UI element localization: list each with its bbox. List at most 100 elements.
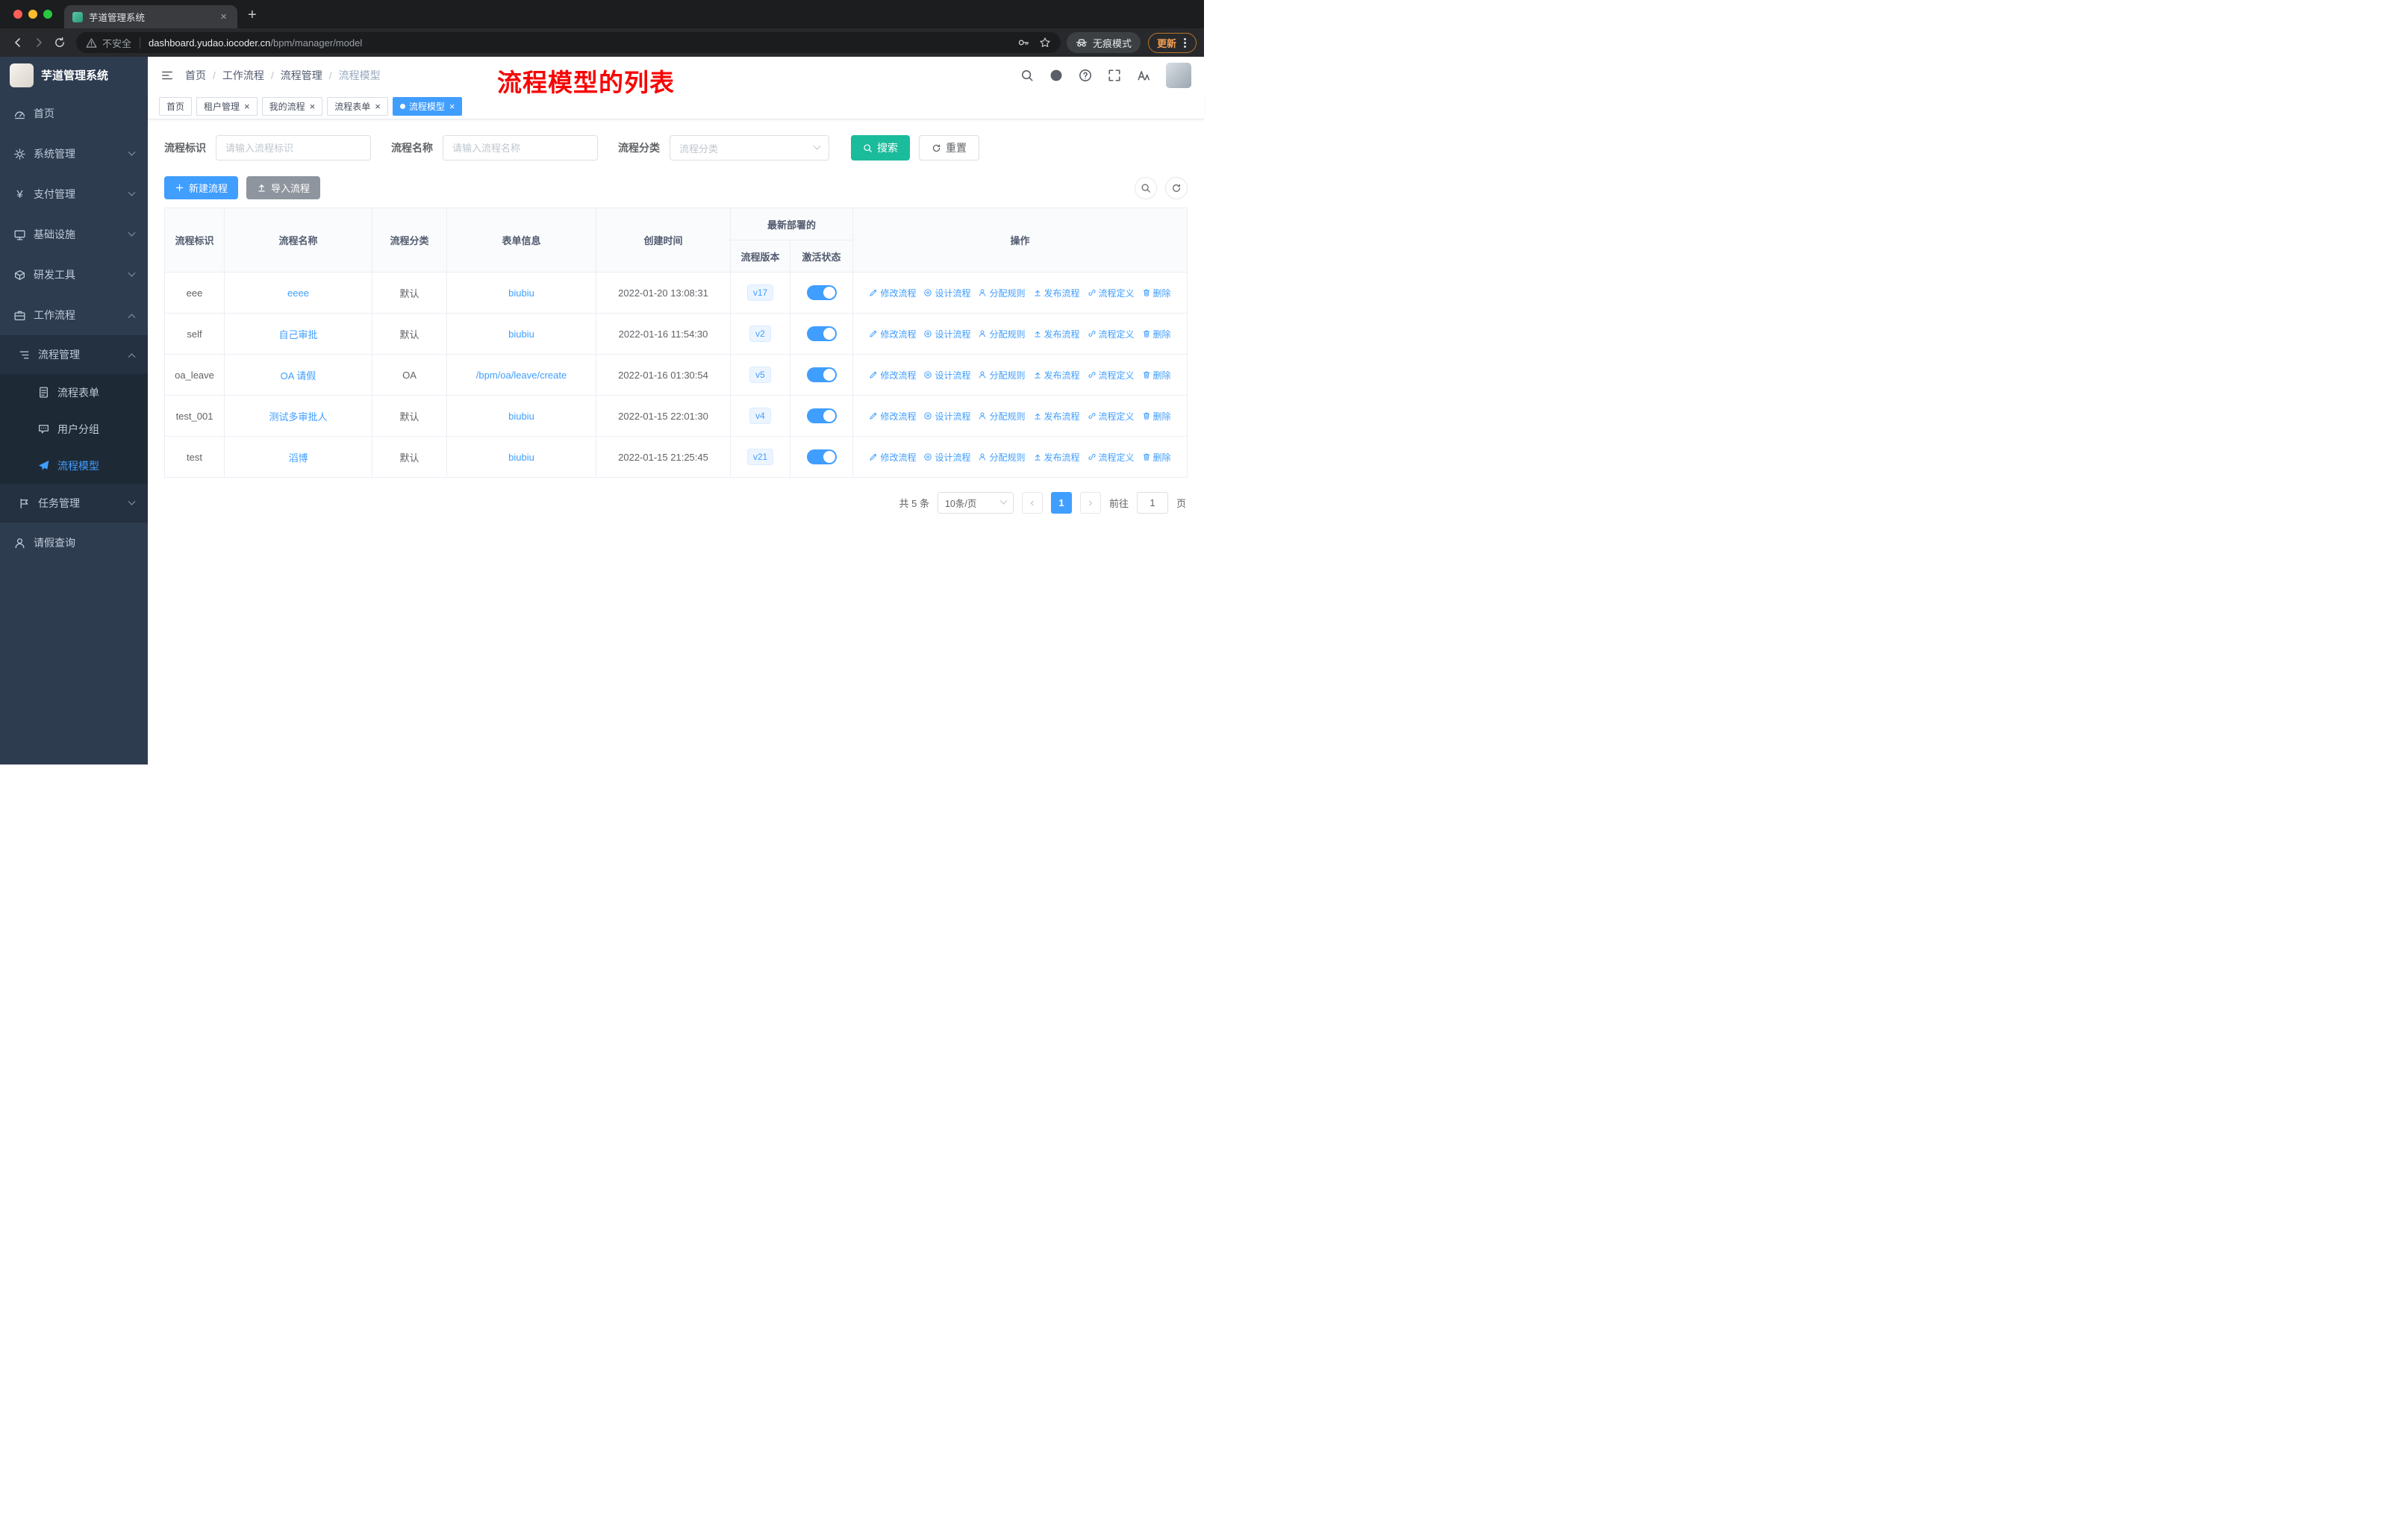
action-process-definition[interactable]: 流程定义 xyxy=(1088,410,1135,423)
sidebar-item-infrastructure[interactable]: 基础设施 xyxy=(0,214,148,255)
action-assign-rule[interactable]: 分配规则 xyxy=(978,369,1026,382)
process-category-select[interactable]: 流程分类 xyxy=(670,135,829,161)
action-assign-rule[interactable]: 分配规则 xyxy=(978,410,1026,423)
status-toggle[interactable] xyxy=(806,326,837,341)
page-1-button[interactable]: 1 xyxy=(1050,492,1072,514)
breadcrumb-workflow[interactable]: 工作流程 xyxy=(222,68,264,83)
action-edit-process[interactable]: 修改流程 xyxy=(869,287,916,299)
font-size-icon[interactable] xyxy=(1137,69,1150,82)
prev-page-button[interactable]: ‹ xyxy=(1021,492,1043,514)
status-toggle[interactable] xyxy=(806,285,837,300)
toggle-search-button[interactable] xyxy=(1135,176,1157,199)
action-publish-process[interactable]: 发布流程 xyxy=(1033,451,1080,464)
user-avatar[interactable] xyxy=(1166,63,1191,88)
bookmark-star-icon[interactable] xyxy=(1039,37,1051,49)
sidebar-item-payment[interactable]: ¥ 支付管理 xyxy=(0,174,148,214)
reload-button[interactable] xyxy=(49,32,70,53)
search-icon[interactable] xyxy=(1020,69,1034,82)
status-toggle[interactable] xyxy=(806,449,837,464)
process-name-input[interactable] xyxy=(443,135,598,161)
sidebar-item-leave-query[interactable]: 请假查询 xyxy=(0,523,148,563)
tag-process-form[interactable]: 流程表单 × xyxy=(327,97,388,116)
action-assign-rule[interactable]: 分配规则 xyxy=(978,328,1026,340)
refresh-table-button[interactable] xyxy=(1165,176,1188,199)
create-process-button[interactable]: 新建流程 xyxy=(164,176,239,199)
close-window-button[interactable] xyxy=(13,10,22,19)
collapse-sidebar-icon[interactable] xyxy=(160,69,174,82)
action-process-definition[interactable]: 流程定义 xyxy=(1088,369,1135,382)
form-info-link[interactable]: biubiu xyxy=(508,411,534,422)
tag-home[interactable]: 首页 xyxy=(159,97,193,116)
action-design-process[interactable]: 设计流程 xyxy=(923,287,970,299)
action-design-process[interactable]: 设计流程 xyxy=(923,328,970,340)
form-info-link[interactable]: biubiu xyxy=(508,287,534,299)
sidebar-item-workflow[interactable]: 工作流程 xyxy=(0,295,148,335)
action-assign-rule[interactable]: 分配规则 xyxy=(978,451,1026,464)
process-name-link[interactable]: 测试多审批人 xyxy=(269,411,327,423)
sidebar-item-task-management[interactable]: 任务管理 xyxy=(0,484,148,523)
breadcrumb-process-management[interactable]: 流程管理 xyxy=(281,68,322,83)
tab-close-icon[interactable]: × xyxy=(218,10,229,23)
action-design-process[interactable]: 设计流程 xyxy=(923,410,970,423)
sidebar-item-process-management[interactable]: 流程管理 xyxy=(0,335,148,374)
sidebar-item-home[interactable]: 首页 xyxy=(0,93,148,134)
browser-update-button[interactable]: 更新 xyxy=(1147,32,1197,53)
action-process-definition[interactable]: 流程定义 xyxy=(1088,287,1135,299)
process-id-input[interactable] xyxy=(216,135,371,161)
process-name-link[interactable]: OA 请假 xyxy=(281,370,316,382)
new-tab-button[interactable]: + xyxy=(248,7,257,22)
fullscreen-icon[interactable] xyxy=(1108,69,1121,82)
minimize-window-button[interactable] xyxy=(28,10,37,19)
sidebar-item-system[interactable]: 系统管理 xyxy=(0,134,148,174)
sidebar-item-user-group[interactable]: 用户分组 xyxy=(0,411,148,447)
address-bar[interactable]: 不安全 dashboard.yudao.iocoder.cn/bpm/manag… xyxy=(76,32,1061,53)
tag-process-model[interactable]: 流程模型 × xyxy=(392,97,463,116)
action-delete[interactable]: 删除 xyxy=(1142,287,1171,299)
browser-menu-icon[interactable] xyxy=(1184,41,1186,44)
maximize-window-button[interactable] xyxy=(43,10,52,19)
action-publish-process[interactable]: 发布流程 xyxy=(1033,410,1080,423)
action-process-definition[interactable]: 流程定义 xyxy=(1088,328,1135,340)
import-process-button[interactable]: 导入流程 xyxy=(246,176,321,199)
breadcrumb-home[interactable]: 首页 xyxy=(185,68,206,83)
action-edit-process[interactable]: 修改流程 xyxy=(869,410,916,423)
github-icon[interactable] xyxy=(1049,69,1063,82)
action-process-definition[interactable]: 流程定义 xyxy=(1088,451,1135,464)
process-name-link[interactable]: 自己审批 xyxy=(278,329,317,340)
help-icon[interactable] xyxy=(1079,69,1092,82)
status-toggle[interactable] xyxy=(806,408,837,423)
action-design-process[interactable]: 设计流程 xyxy=(923,451,970,464)
goto-page-input[interactable] xyxy=(1136,492,1168,514)
action-edit-process[interactable]: 修改流程 xyxy=(869,328,916,340)
form-info-link[interactable]: biubiu xyxy=(508,452,534,463)
back-button[interactable] xyxy=(7,32,28,53)
action-assign-rule[interactable]: 分配规则 xyxy=(978,287,1026,299)
close-icon[interactable]: × xyxy=(375,102,381,111)
action-design-process[interactable]: 设计流程 xyxy=(923,369,970,382)
close-icon[interactable]: × xyxy=(244,102,250,111)
action-delete[interactable]: 删除 xyxy=(1142,410,1171,423)
close-icon[interactable]: × xyxy=(310,102,316,111)
sidebar-item-process-form[interactable]: 流程表单 xyxy=(0,374,148,411)
app-logo[interactable]: 芋道管理系统 xyxy=(0,57,148,93)
action-delete[interactable]: 删除 xyxy=(1142,328,1171,340)
key-icon[interactable] xyxy=(1017,37,1029,49)
forward-button[interactable] xyxy=(28,32,49,53)
action-publish-process[interactable]: 发布流程 xyxy=(1033,287,1080,299)
close-icon[interactable]: × xyxy=(449,102,455,111)
search-button[interactable]: 搜索 xyxy=(851,135,910,161)
tag-my-process[interactable]: 我的流程 × xyxy=(261,97,323,116)
sidebar-item-process-model[interactable]: 流程模型 xyxy=(0,447,148,484)
action-edit-process[interactable]: 修改流程 xyxy=(869,451,916,464)
page-size-select[interactable]: 10条/页 xyxy=(937,492,1014,514)
action-delete[interactable]: 删除 xyxy=(1142,369,1171,382)
form-info-link[interactable]: /bpm/oa/leave/create xyxy=(476,370,567,381)
action-publish-process[interactable]: 发布流程 xyxy=(1033,328,1080,340)
status-toggle[interactable] xyxy=(806,367,837,382)
action-delete[interactable]: 删除 xyxy=(1142,451,1171,464)
process-name-link[interactable]: 滔博 xyxy=(288,452,308,464)
browser-tab[interactable]: 芋道管理系统 × xyxy=(64,5,237,28)
reset-button[interactable]: 重置 xyxy=(919,135,979,161)
form-info-link[interactable]: biubiu xyxy=(508,328,534,340)
next-page-button[interactable]: › xyxy=(1079,492,1101,514)
